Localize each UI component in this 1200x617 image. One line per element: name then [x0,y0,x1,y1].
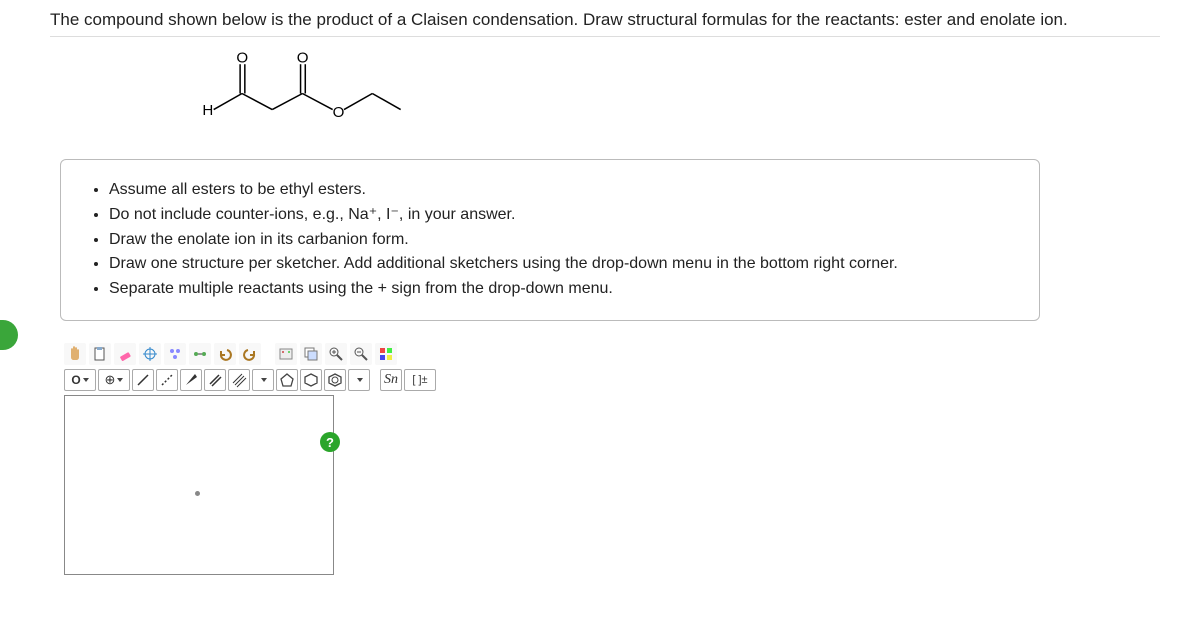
charge-tool[interactable]: [ ]± [404,369,436,391]
drawing-canvas[interactable] [64,395,334,575]
cut-icon[interactable] [275,343,297,365]
help-icon: ? [326,435,334,450]
copy-icon[interactable] [300,343,322,365]
label-O1: O [236,51,248,66]
bond-triple-icon[interactable] [228,369,250,391]
bond-double-icon[interactable] [204,369,226,391]
bond-wedge-icon[interactable] [180,369,202,391]
hand-tool-icon[interactable] [64,343,86,365]
atom-label: O [71,373,80,387]
instructions-panel: Assume all esters to be ethyl esters. Do… [60,159,1040,321]
charge-label: [ ]± [412,374,427,386]
clean2-icon[interactable] [189,343,211,365]
instruction-item: Separate multiple reactants using the + … [109,277,1015,302]
toolbar-top [64,341,584,367]
sn-label: Sn [384,372,398,388]
zoom-out-icon[interactable] [350,343,372,365]
bond-single-icon[interactable] [132,369,154,391]
bond-dashed-icon[interactable] [156,369,178,391]
ring-dropdown[interactable] [348,369,370,391]
atom-selector[interactable]: O [64,369,96,391]
ring-benzene-icon[interactable] [324,369,346,391]
add-selector[interactable]: ⊕ [98,369,130,391]
instruction-item: Do not include counter-ions, e.g., Na⁺, … [109,203,1015,228]
center-icon[interactable] [139,343,161,365]
instruction-item: Draw one structure per sketcher. Add add… [109,252,1015,277]
erase-icon[interactable] [114,343,136,365]
nav-tab-left[interactable] [0,320,18,350]
redo-icon[interactable] [239,343,261,365]
zoom-in-icon[interactable] [325,343,347,365]
help-button[interactable]: ? [320,432,340,452]
clean-icon[interactable] [164,343,186,365]
ring-cyclopentane-icon[interactable] [276,369,298,391]
instruction-item: Draw the enolate ion in its carbanion fo… [109,228,1015,253]
label-H: H [202,102,213,119]
product-structure: H O O O [190,51,1160,141]
undo-icon[interactable] [214,343,236,365]
sketcher-widget: O ⊕ Sn [64,341,584,575]
sn-tool[interactable]: Sn [380,369,402,391]
paste-icon[interactable] [89,343,111,365]
bond-dropdown[interactable] [252,369,274,391]
label-O3: O [333,104,345,121]
canvas-cursor-dot [195,491,200,496]
question-text: The compound shown below is the product … [50,10,1160,37]
color-icon[interactable] [375,343,397,365]
ring-cyclohexane-icon[interactable] [300,369,322,391]
instruction-item: Assume all esters to be ethyl esters. [109,178,1015,203]
toolbar-bottom: O ⊕ Sn [64,367,584,393]
label-O2: O [297,51,309,66]
